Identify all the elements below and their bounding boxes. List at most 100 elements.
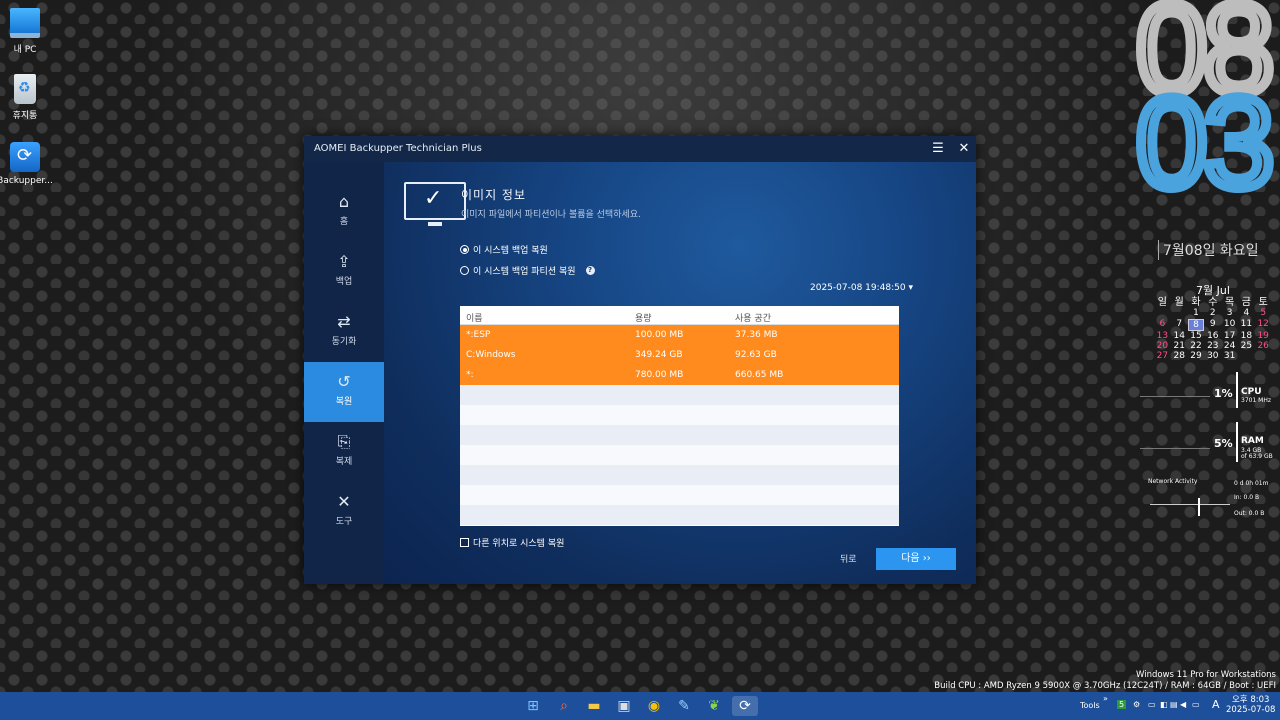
sidebar-item-restore[interactable]: ↺ 복원 [304, 362, 384, 422]
calendar-day: 3 [1226, 308, 1233, 319]
network-out: Out: 0.0 B [1234, 510, 1265, 517]
empty-row [460, 385, 899, 405]
ram-label: RAM [1241, 436, 1264, 446]
calendar-weekday: 금 [1241, 297, 1251, 308]
calendar-weekday: 월 [1174, 297, 1184, 308]
tray-network-icon[interactable]: ▭ [1148, 700, 1156, 709]
cell-used: 37.36 MB [735, 330, 778, 340]
tray-app-icon[interactable]: ⚙ [1133, 700, 1140, 709]
calendar-weekday: 수 [1208, 297, 1218, 308]
calendar-day: 6 [1159, 318, 1166, 329]
taskbar-time: 오후 8:03 [1231, 695, 1270, 705]
terminal-icon[interactable]: ▣ [614, 696, 634, 716]
calendar-weekdays: 일월화수목금토 [1154, 297, 1272, 308]
search-icon[interactable]: ⌕ [554, 696, 574, 716]
sidebar-item-home[interactable]: ⌂ 홈 [304, 182, 384, 242]
tools-icon: ✕ [337, 492, 351, 511]
empty-row [460, 445, 899, 465]
sidebar-item-label: 홈 [339, 217, 349, 227]
sidebar-item-tools[interactable]: ✕ 도구 [304, 482, 384, 542]
tools-toolbar-label[interactable]: Tools [1080, 701, 1100, 710]
cell-capacity: 349.24 GB [635, 350, 683, 360]
sidebar-item-sync[interactable]: ⇄ 동기화 [304, 302, 384, 362]
network-monitor: Network Activity 0 d 0h 01m In: 0.0 B Ou… [1146, 476, 1280, 522]
file-explorer-icon[interactable]: ▬ [584, 696, 604, 716]
calendar-day: 17 [1223, 330, 1236, 341]
calendar-day: 9 [1209, 318, 1216, 329]
radio-restore-system-backup[interactable]: 이 시스템 백업 복원 [460, 243, 548, 256]
help-icon[interactable]: ? [585, 266, 595, 275]
start-windows-icon[interactable]: ⊞ [523, 696, 543, 716]
backupper-icon [10, 142, 40, 172]
page-title: 이미지 정보 [461, 188, 527, 202]
calendar-day: 31 [1223, 351, 1236, 362]
empty-row [460, 485, 899, 505]
image-monitor-icon: ✓ [404, 182, 466, 226]
radio-restore-partition[interactable]: 이 시스템 백업 파티션 복원 ? [460, 264, 595, 277]
close-icon[interactable]: ✕ [956, 141, 972, 156]
cpu-label: CPU [1241, 387, 1262, 397]
notepad-icon[interactable]: ✎ [674, 696, 694, 716]
cell-name: *:ESP [466, 330, 491, 340]
calendar-day: 25 [1240, 341, 1253, 352]
clock-minute: 03 [1131, 72, 1279, 215]
calendar-weekday: 화 [1191, 297, 1201, 308]
calendar-day: 21 [1173, 341, 1185, 352]
taskbar-clock[interactable]: 오후 8:03 2025-07-08 [1226, 695, 1275, 715]
restore-to-other-location-checkbox[interactable]: 다른 위치로 시스템 복원 [460, 536, 564, 549]
sidebar-item-clone[interactable]: ⎘ 복제 [304, 422, 384, 482]
sidebar-item-backup[interactable]: ⇪ 백업 [304, 242, 384, 302]
volume-icon[interactable]: ◀ [1180, 700, 1186, 709]
monitor-icon [10, 8, 40, 38]
tray-monitor-icon[interactable]: ▤ [1170, 700, 1178, 709]
page-subtitle: 이미지 파일에서 파티션이나 볼륨을 선택하세요. [461, 210, 641, 220]
table-row[interactable]: C:Windows 349.24 GB 92.63 GB [460, 345, 899, 365]
tray-device-icon[interactable]: ◧ [1160, 700, 1168, 709]
cpu-detail: 3701 MHz [1241, 397, 1272, 404]
radio-label: 이 시스템 백업 복원 [473, 246, 548, 256]
battery-icon[interactable]: ▭ [1192, 700, 1200, 709]
table-row[interactable]: *:ESP 100.00 MB 37.36 MB [460, 325, 899, 345]
app-leaf-icon[interactable]: ❦ [704, 696, 724, 716]
hamburger-icon[interactable]: ☰ [930, 141, 946, 156]
calendar-day: 23 [1207, 341, 1219, 352]
sidebar-item-label: 복원 [335, 397, 353, 407]
empty-row [460, 465, 899, 485]
next-button[interactable]: 다음 ›› [876, 548, 956, 570]
calendar-day [1171, 308, 1188, 318]
backupper-taskbar-icon[interactable]: ⟳ [732, 696, 758, 716]
calendar-day: 27 [1156, 351, 1169, 362]
calendar-day: 30 [1207, 351, 1219, 362]
calendar-day: 4 [1243, 308, 1250, 319]
network-in: In: 0.0 B [1234, 494, 1260, 501]
sidebar-item-label: 동기화 [331, 337, 357, 347]
desktop-icon-my-pc[interactable]: 내 PC [0, 8, 53, 55]
calendar-days: 1 2 3 4 5 6 7 8 9 10 11 12 13 14 15 16 17 18 19 20 21 22 23 24 2… [1154, 308, 1272, 361]
taskbar-date: 2025-07-08 [1226, 705, 1276, 715]
home-icon: ⌂ [338, 192, 350, 211]
tray-badge[interactable]: 5 [1117, 700, 1127, 709]
radio-selected-icon [460, 245, 469, 254]
ram-bar [1236, 422, 1238, 462]
radio-unselected-icon [460, 266, 469, 275]
taskbar: ⊞ ⌕ ▬ ▣ ◉ ✎ ❦ ⟳ Tools » 5 ⚙ ▭ ◧ ▤ ◀ ▭ A … [0, 692, 1280, 720]
desktop-icon-recycle-bin[interactable]: 휴지통 [0, 74, 53, 121]
calendar-day: 18 [1240, 330, 1253, 341]
table-row[interactable]: *: 780.00 MB 660.65 MB [460, 365, 899, 385]
calendar-day: 22 [1190, 341, 1202, 352]
sidebar: ⌂ 홈 ⇪ 백업 ⇄ 동기화 ↺ 복원 ⎘ 복제 ✕ 도구 [304, 162, 384, 584]
table-header: 이름 용량 사용 공간 [460, 306, 899, 325]
calendar-day: 8 [1187, 318, 1205, 331]
chrome-icon[interactable]: ◉ [644, 696, 664, 716]
checkbox-label: 다른 위치로 시스템 복원 [473, 539, 565, 549]
backup-timestamp-dropdown[interactable]: 2025-07-08 19:48:50 ▾ [810, 283, 913, 293]
ime-indicator[interactable]: A [1212, 698, 1220, 711]
desktop-icon-backupper[interactable]: Backupper... [0, 142, 53, 186]
toolbar-chevron[interactable]: » [1103, 694, 1108, 703]
back-button[interactable]: 뒤로 [840, 552, 857, 565]
table-empty-area [460, 385, 899, 525]
calendar-day: 14 [1173, 330, 1185, 341]
calendar-day: 24 [1223, 341, 1236, 352]
title-bar[interactable]: AOMEI Backupper Technician Plus ☰ ✕ [304, 136, 976, 162]
sync-icon: ⇄ [337, 312, 351, 331]
